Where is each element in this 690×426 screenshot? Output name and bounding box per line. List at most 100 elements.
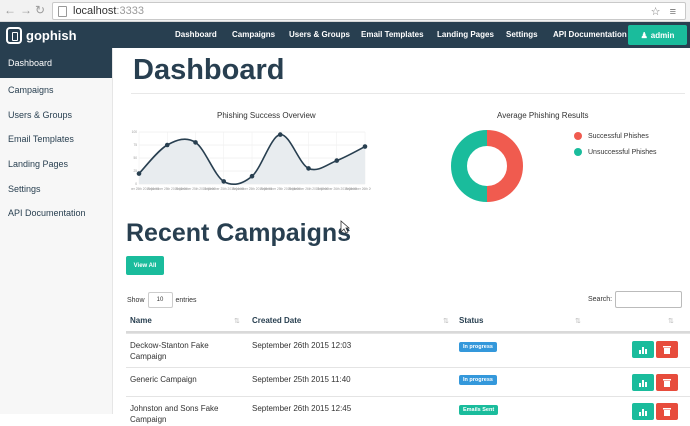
delete-campaign-button[interactable] — [656, 403, 678, 420]
sidebar-item-api-documentation[interactable]: API Documentation — [0, 201, 112, 226]
sidebar: Dashboard Campaigns Users & Groups Email… — [0, 48, 113, 414]
table-row: Deckow-Stanton Fake Campaign September 2… — [126, 333, 690, 367]
campaign-date: September 26th 2015 12:03 — [252, 341, 352, 350]
campaign-name[interactable]: Deckow-Stanton Fake Campaign — [130, 340, 240, 362]
delete-campaign-button[interactable] — [656, 341, 678, 358]
sort-actions-icon[interactable]: ⇅ — [668, 317, 674, 325]
delete-campaign-button[interactable] — [656, 374, 678, 391]
campaign-name[interactable]: Generic Campaign — [130, 374, 240, 385]
view-all-button[interactable]: View All — [126, 256, 164, 275]
show-label: Show — [127, 296, 145, 304]
gophish-logo-icon — [6, 26, 22, 44]
column-header-status[interactable]: Status — [459, 316, 483, 325]
y-tick-label: 75 — [133, 143, 137, 147]
campaign-name[interactable]: Johnston and Sons Fake Campaign — [130, 403, 240, 425]
page-length-select[interactable]: 10 — [147, 292, 173, 308]
column-header-created-date[interactable]: Created Date — [252, 316, 301, 325]
nav-users-groups[interactable]: Users & Groups — [289, 30, 350, 39]
data-point — [306, 166, 311, 171]
legend-successful: Successful Phishes — [574, 132, 649, 140]
status-badge: In progress — [459, 342, 497, 352]
nav-dashboard[interactable]: Dashboard — [175, 30, 217, 39]
legend-label-successful: Successful Phishes — [588, 132, 649, 140]
address-bar[interactable]: localhost:3333 ☆ ≡ — [52, 2, 686, 20]
legend-unsuccessful: Unsuccessful Phishes — [574, 148, 656, 156]
sort-status-icon[interactable]: ⇅ — [575, 317, 581, 325]
search-input[interactable] — [615, 291, 683, 308]
phishing-results-donut-chart — [451, 130, 523, 202]
data-point — [334, 158, 340, 163]
browser-tools-icons[interactable]: ☆ ≡ — [651, 5, 679, 18]
search-label: Search: — [588, 296, 613, 303]
sidebar-item-landing-pages[interactable]: Landing Pages — [0, 152, 112, 177]
legend-dot-unsuccessful — [574, 148, 582, 156]
page-length-control: Show 10 entries — [127, 292, 197, 308]
sidebar-item-campaigns[interactable]: Campaigns — [0, 78, 112, 103]
nav-settings[interactable]: Settings — [506, 30, 538, 39]
y-tick-label: 25 — [133, 169, 137, 173]
mouse-cursor-icon — [340, 220, 350, 234]
page-icon — [58, 6, 67, 17]
data-point — [249, 173, 255, 179]
data-point — [193, 140, 198, 145]
admin-label: admin — [650, 30, 675, 40]
table-row: Generic Campaign September 25th 2015 11:… — [126, 367, 690, 396]
sort-date-icon[interactable]: ⇅ — [443, 317, 449, 325]
x-tick-label: September 26th 2015 09:00 — [345, 187, 371, 191]
top-navbar: gophish Dashboard Campaigns Users & Grou… — [0, 22, 690, 48]
donut-slice-successful — [486, 130, 523, 202]
brand-name: gophish — [26, 27, 77, 43]
sidebar-item-users-groups[interactable]: Users & Groups — [0, 103, 112, 128]
data-point — [164, 142, 170, 148]
pie-chart-title: Average Phishing Results — [497, 111, 589, 120]
y-tick-label: 50 — [133, 156, 137, 160]
reload-icon[interactable]: ↻ — [35, 3, 45, 17]
trash-icon — [663, 408, 671, 416]
browser-toolbar: ← → ↻ localhost:3333 ☆ ≡ — [0, 0, 690, 22]
campaign-date: September 26th 2015 12:45 — [252, 404, 352, 413]
legend-label-unsuccessful: Unsuccessful Phishes — [588, 148, 657, 156]
column-header-name[interactable]: Name — [130, 316, 152, 325]
nav-campaigns[interactable]: Campaigns — [232, 30, 275, 39]
table-row: Johnston and Sons Fake Campaign Septembe… — [126, 396, 690, 426]
admin-user-button[interactable]: ♟ admin — [628, 25, 687, 45]
back-arrow-icon[interactable]: ← — [4, 3, 16, 17]
sidebar-item-email-templates[interactable]: Email Templates — [0, 127, 112, 152]
data-point — [136, 171, 142, 176]
nav-email-templates[interactable]: Email Templates — [361, 30, 424, 39]
url-text: localhost:3333 — [73, 5, 144, 17]
y-tick-label: 0 — [135, 182, 137, 186]
entries-label: entries — [175, 296, 197, 304]
bar-chart-icon — [638, 346, 647, 354]
brand-logo[interactable]: gophish — [6, 26, 77, 44]
trash-icon — [663, 346, 671, 354]
view-results-button[interactable] — [632, 403, 654, 420]
page-title: Dashboard — [133, 54, 285, 86]
table-search: Search: — [588, 291, 683, 308]
user-icon: ♟ — [640, 30, 648, 40]
forward-arrow-icon[interactable]: → — [20, 3, 32, 17]
bar-chart-icon — [638, 379, 647, 387]
main-content: Dashboard Phishing Success Overview Sept… — [113, 48, 690, 424]
sidebar-item-dashboard[interactable]: Dashboard — [0, 48, 112, 78]
y-tick-label: 100 — [132, 130, 138, 134]
sort-name-icon[interactable]: ⇅ — [234, 317, 240, 325]
bar-chart-icon — [638, 408, 647, 416]
sidebar-item-settings[interactable]: Settings — [0, 176, 112, 201]
campaign-date: September 25th 2015 11:40 — [252, 375, 351, 384]
trash-icon — [663, 379, 671, 387]
view-results-button[interactable] — [632, 341, 654, 358]
title-divider — [131, 93, 685, 94]
data-point — [221, 179, 227, 184]
recent-campaigns-heading: Recent Campaigns — [126, 219, 352, 247]
donut-slice-unsuccessful — [451, 130, 488, 202]
data-point — [362, 144, 368, 149]
nav-api-documentation[interactable]: API Documentation — [553, 30, 627, 39]
view-results-button[interactable] — [632, 374, 654, 391]
data-point — [277, 132, 283, 137]
status-badge: In progress — [459, 375, 497, 385]
line-chart-title: Phishing Success Overview — [217, 111, 316, 120]
legend-dot-successful — [574, 132, 582, 140]
nav-landing-pages[interactable]: Landing Pages — [437, 30, 494, 39]
phishing-success-line-chart: September 25th 2015 01:00September 25th … — [131, 130, 371, 191]
